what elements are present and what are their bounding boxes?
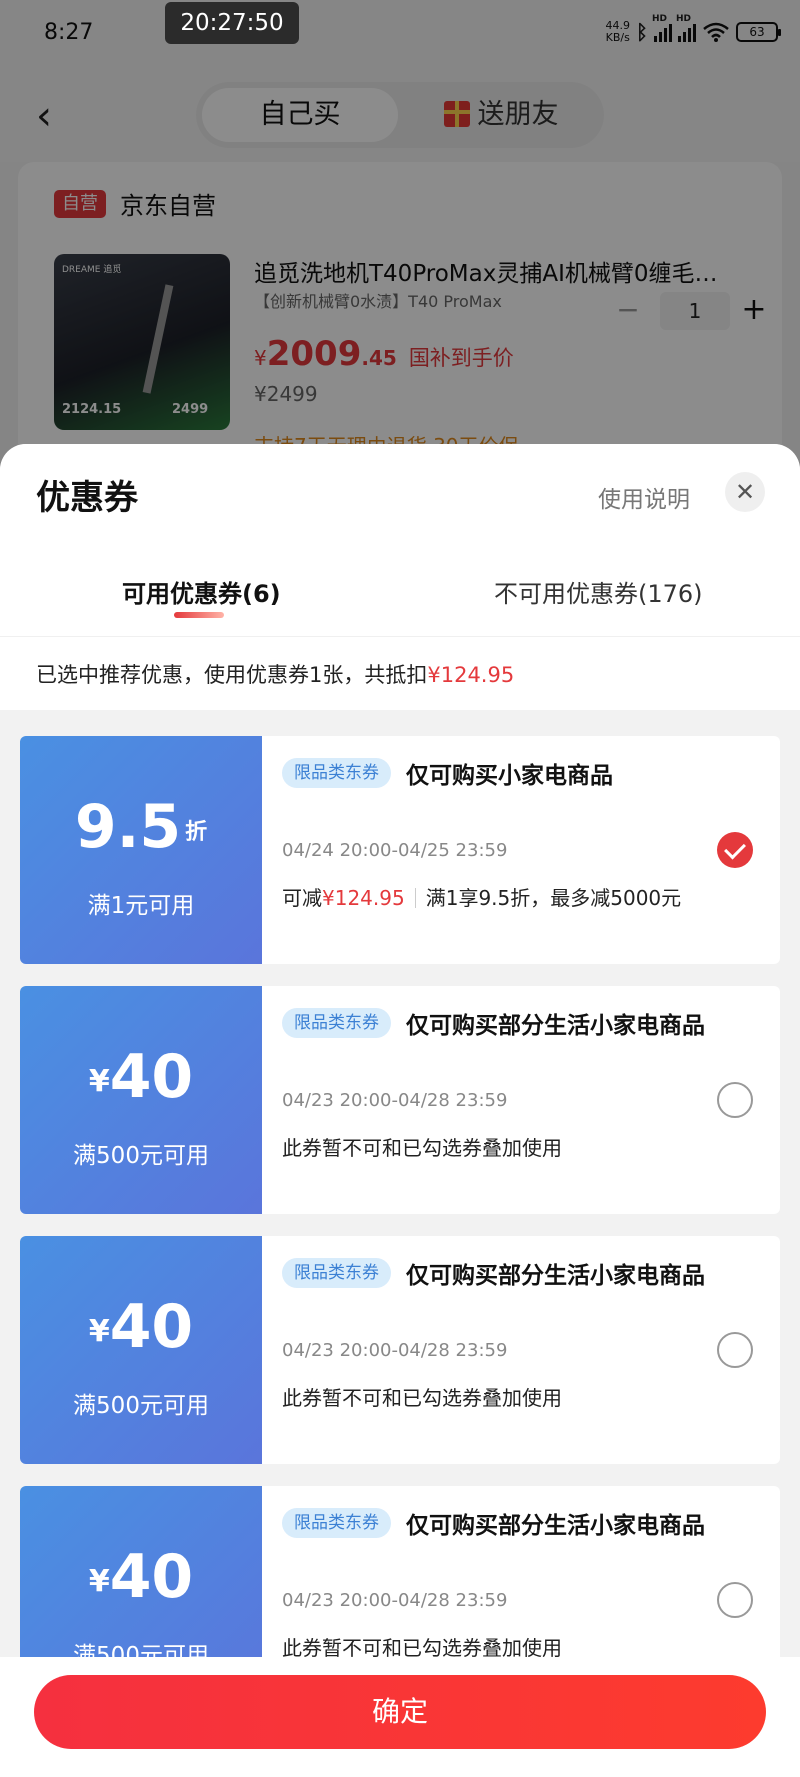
coupon-type-badge: 限品类东券 [282,1008,391,1038]
usage-instructions-link[interactable]: 使用说明 [598,480,690,514]
coupon-condition: 满500元可用 [73,1393,209,1419]
coupon-card[interactable]: ¥40 满500元可用 限品类东券 仅可购买部分生活小家电商品 04/23 20… [20,1236,780,1464]
coupon-value-panel: ¥40 满500元可用 [20,1236,262,1464]
coupon-condition: 满1元可用 [87,893,195,919]
summary-amount: ¥124.95 [427,663,515,687]
coupon-type-badge: 限品类东券 [282,1258,391,1288]
coupon-sheet: 优惠券 使用说明 ✕ 可用优惠券(6) 不可用优惠券(176) 已选中推荐优惠，… [0,444,800,1777]
coupon-checkbox[interactable] [717,1582,753,1618]
coupon-title: 仅可购买部分生活小家电商品 [406,1513,705,1539]
discount-summary: 已选中推荐优惠，使用优惠券1张，共抵扣¥124.95 [0,636,800,710]
coupon-title: 仅可购买部分生活小家电商品 [406,1013,705,1039]
coupon-condition: 满500元可用 [73,1143,209,1169]
coupon-value-panel: ¥40 满500元可用 [20,986,262,1214]
coupon-value: ¥40 [88,1292,194,1362]
screen-recorder-time: 20:27:50 [165,2,299,44]
coupon-value: ¥40 [88,1042,194,1112]
confirm-button[interactable]: 确定 [34,1675,766,1749]
coupon-title: 仅可购买小家电商品 [406,763,613,789]
coupon-checkbox-checked[interactable] [717,832,753,868]
tab-unavailable-coupons[interactable]: 不可用优惠券(176) [494,574,703,609]
coupon-validity: 04/24 20:00-04/25 23:59 [282,840,508,861]
coupon-value-panel: 9.5 折 满1元可用 [20,736,262,964]
sheet-title: 优惠券 [36,478,138,518]
coupon-type-badge: 限品类东券 [282,758,391,788]
coupon-type-badge: 限品类东券 [282,1508,391,1538]
tab-available-coupons[interactable]: 可用优惠券(6) [122,574,281,609]
coupon-card[interactable]: ¥40 满500元可用 限品类东券 仅可购买部分生活小家电商品 04/23 20… [20,986,780,1214]
coupon-validity: 04/23 20:00-04/28 23:59 [282,1090,508,1111]
coupon-sheet-header: 优惠券 使用说明 ✕ 可用优惠券(6) 不可用优惠券(176) [0,444,800,636]
sheet-footer: 确定 [0,1657,800,1777]
coupon-description: 此券暂不可和已勾选券叠加使用 [282,1136,562,1160]
active-tab-indicator [174,612,224,618]
coupon-description: 可减¥124.95 满1享9.5折，最多减5000元 [282,886,682,910]
coupon-card[interactable]: 9.5 折 满1元可用 限品类东券 仅可购买小家电商品 04/24 20:00-0… [20,736,780,964]
coupon-validity: 04/23 20:00-04/28 23:59 [282,1590,508,1611]
coupon-value: 9.5 折 [74,792,208,862]
coupon-checkbox[interactable] [717,1082,753,1118]
coupon-value: ¥40 [88,1542,194,1612]
coupon-checkbox[interactable] [717,1332,753,1368]
close-icon[interactable]: ✕ [725,472,765,512]
coupon-validity: 04/23 20:00-04/28 23:59 [282,1340,508,1361]
coupon-title: 仅可购买部分生活小家电商品 [406,1263,705,1289]
coupon-description: 此券暂不可和已勾选券叠加使用 [282,1386,562,1410]
